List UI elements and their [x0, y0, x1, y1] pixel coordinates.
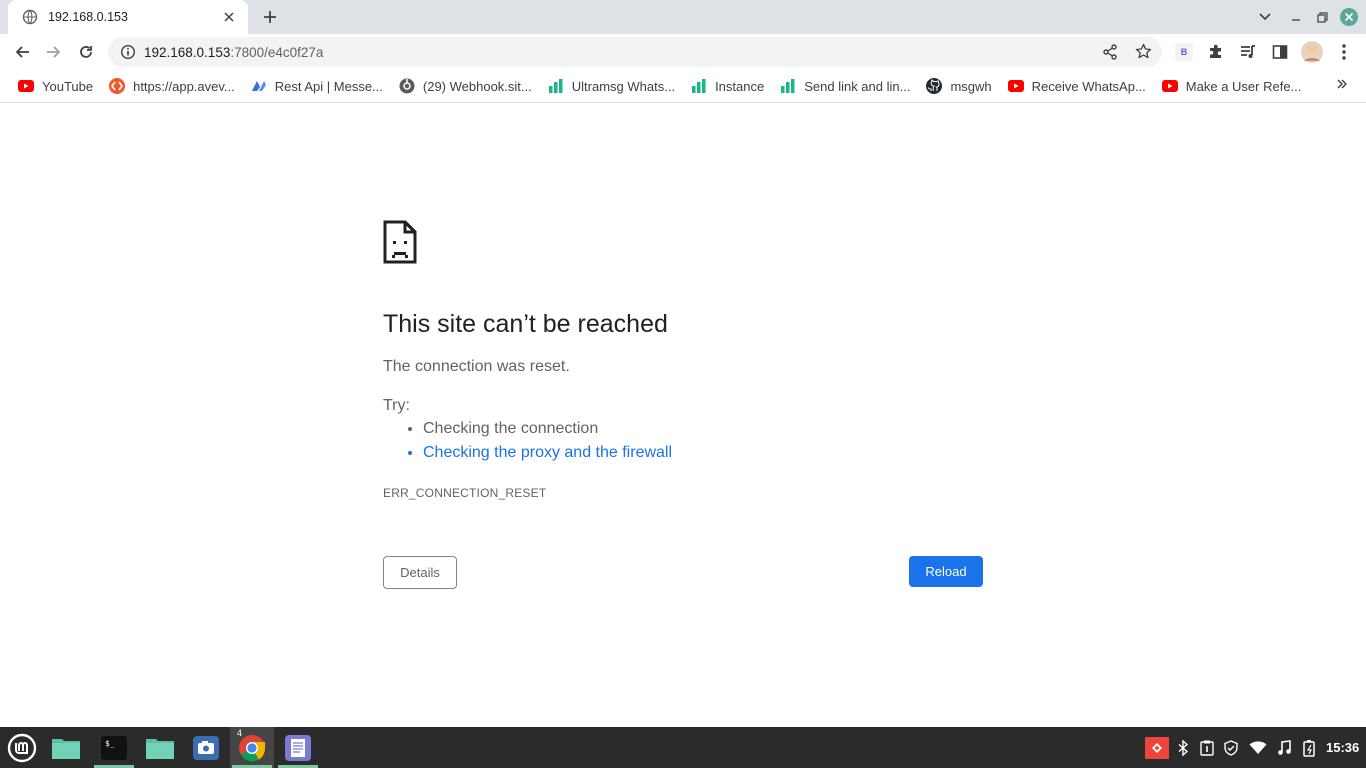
bookmark-label: Instance	[715, 78, 765, 94]
bookmark-label: https://app.avev...	[133, 78, 235, 94]
extension-b-icon[interactable]: B	[1168, 36, 1200, 68]
bluetooth-icon[interactable]	[1175, 727, 1191, 768]
globe-icon	[22, 9, 38, 25]
bookmark-star-icon[interactable]	[1135, 43, 1152, 60]
url-path: :7800/e4c0f27a	[230, 44, 324, 60]
bookmarks-bar: YouTube https://app.avev... Rest Api | M…	[0, 70, 1366, 103]
minimize-icon[interactable]	[1285, 6, 1307, 28]
svg-text:$_: $_	[105, 739, 115, 748]
suggestion-item: Checking the connection	[423, 417, 672, 441]
error-message: The connection was reset.	[383, 358, 570, 375]
bookmark-label: Send link and lin...	[804, 78, 911, 94]
mint-menu-icon[interactable]	[0, 727, 44, 768]
text-editor-icon[interactable]	[276, 727, 320, 768]
files-folder-icon[interactable]	[44, 727, 88, 768]
address-bar[interactable]: 192.168.0.153:7800/e4c0f27a	[108, 37, 1162, 67]
sad-page-icon	[383, 220, 417, 269]
side-panel-icon[interactable]	[1264, 36, 1296, 68]
youtube-icon	[1007, 78, 1024, 94]
forward-arrow-icon[interactable]	[38, 36, 70, 68]
reload-icon[interactable]	[70, 36, 102, 68]
wifi-icon[interactable]	[1248, 727, 1268, 768]
details-button[interactable]: Details	[383, 556, 457, 589]
bookmark-label: msgwh	[950, 78, 992, 94]
url-text: 192.168.0.153:7800/e4c0f27a	[144, 45, 323, 60]
youtube-icon	[1161, 78, 1178, 94]
chrome-window-count: 4	[237, 728, 243, 738]
page-content: This site can’t be reached The connectio…	[0, 104, 1366, 727]
shield-icon[interactable]	[1222, 727, 1240, 768]
suggestions-list: Checking the connection Checking the pro…	[383, 417, 672, 465]
media-queue-icon[interactable]	[1232, 36, 1264, 68]
bookmark-rest-api[interactable]: Rest Api | Messe...	[245, 72, 389, 100]
bar-icon	[691, 78, 707, 94]
bookmark-ultramsg[interactable]: Ultramsg Whats...	[542, 72, 681, 100]
bookmark-label: YouTube	[42, 78, 94, 94]
bookmark-label: Receive WhatsAp...	[1031, 78, 1146, 94]
close-window-icon[interactable]	[1338, 6, 1360, 28]
bookmark-label: Rest Api | Messe...	[274, 78, 383, 94]
reload-button[interactable]: Reload	[909, 556, 983, 587]
restore-icon[interactable]	[1311, 6, 1333, 28]
extension-b-label: B	[1175, 43, 1193, 61]
bookmark-youtube[interactable]: YouTube	[12, 72, 99, 100]
back-arrow-icon[interactable]	[6, 36, 38, 68]
youtube-icon	[18, 78, 34, 94]
github-icon	[926, 78, 943, 94]
tab-search-chevron-down-icon[interactable]	[1254, 6, 1276, 28]
profile-avatar[interactable]	[1296, 36, 1328, 68]
share-icon[interactable]	[1102, 44, 1118, 60]
extensions-puzzle-icon[interactable]	[1200, 36, 1232, 68]
taskbar: $_ 4 15:36	[0, 727, 1366, 768]
bookmark-label: Make a User Refe...	[1185, 78, 1302, 94]
anydesk-tray-icon[interactable]	[1145, 727, 1169, 768]
browser-tab[interactable]: 192.168.0.153	[8, 0, 248, 34]
tab-strip: 192.168.0.153	[0, 0, 1366, 34]
music-note-icon[interactable]	[1275, 727, 1293, 768]
bookmark-label: (29) Webhook.sit...	[422, 78, 532, 94]
suggestion-link-proxy[interactable]: Checking the proxy and the firewall	[423, 441, 672, 465]
bookmark-app-avev[interactable]: https://app.avev...	[103, 72, 241, 100]
new-tab-button[interactable]	[258, 6, 282, 28]
orange-logo-icon	[109, 78, 126, 94]
close-tab-icon[interactable]	[220, 8, 238, 26]
browser-toolbar: 192.168.0.153:7800/e4c0f27a B	[0, 34, 1366, 70]
webhook-icon	[399, 78, 415, 94]
error-title: This site can’t be reached	[383, 310, 668, 338]
tab-title: 192.168.0.153	[48, 10, 128, 24]
bookmark-send-link[interactable]: Send link and lin...	[774, 72, 916, 100]
url-host: 192.168.0.153	[144, 44, 231, 60]
bookmark-label: Ultramsg Whats...	[571, 78, 676, 94]
bookmarks-overflow-chevron-icon[interactable]	[1336, 78, 1348, 90]
bookmark-receive-whatsapp[interactable]: Receive WhatsAp...	[1002, 72, 1152, 100]
blue-logo-icon	[251, 78, 267, 94]
terminal-icon[interactable]: $_	[92, 727, 136, 768]
menu-kebab-icon[interactable]	[1328, 36, 1360, 68]
info-icon[interactable]	[120, 44, 136, 60]
bookmark-make-user-ref[interactable]: Make a User Refe...	[1156, 72, 1308, 100]
clock[interactable]: 15:36	[1326, 727, 1359, 768]
clipboard-icon[interactable]	[1198, 727, 1216, 768]
bookmark-webhook[interactable]: (29) Webhook.sit...	[393, 72, 538, 100]
screenshot-camera-icon[interactable]	[184, 727, 228, 768]
chrome-icon[interactable]: 4	[230, 727, 274, 768]
bookmark-msgwh[interactable]: msgwh	[920, 72, 997, 100]
bookmark-instance[interactable]: Instance	[685, 72, 770, 100]
files-folder-icon[interactable]	[138, 727, 182, 768]
error-code: ERR_CONNECTION_RESET	[383, 486, 547, 500]
bar-icon	[780, 78, 796, 94]
try-label: Try:	[383, 397, 410, 414]
bar-icon	[548, 78, 564, 94]
battery-charging-icon[interactable]	[1300, 727, 1320, 768]
